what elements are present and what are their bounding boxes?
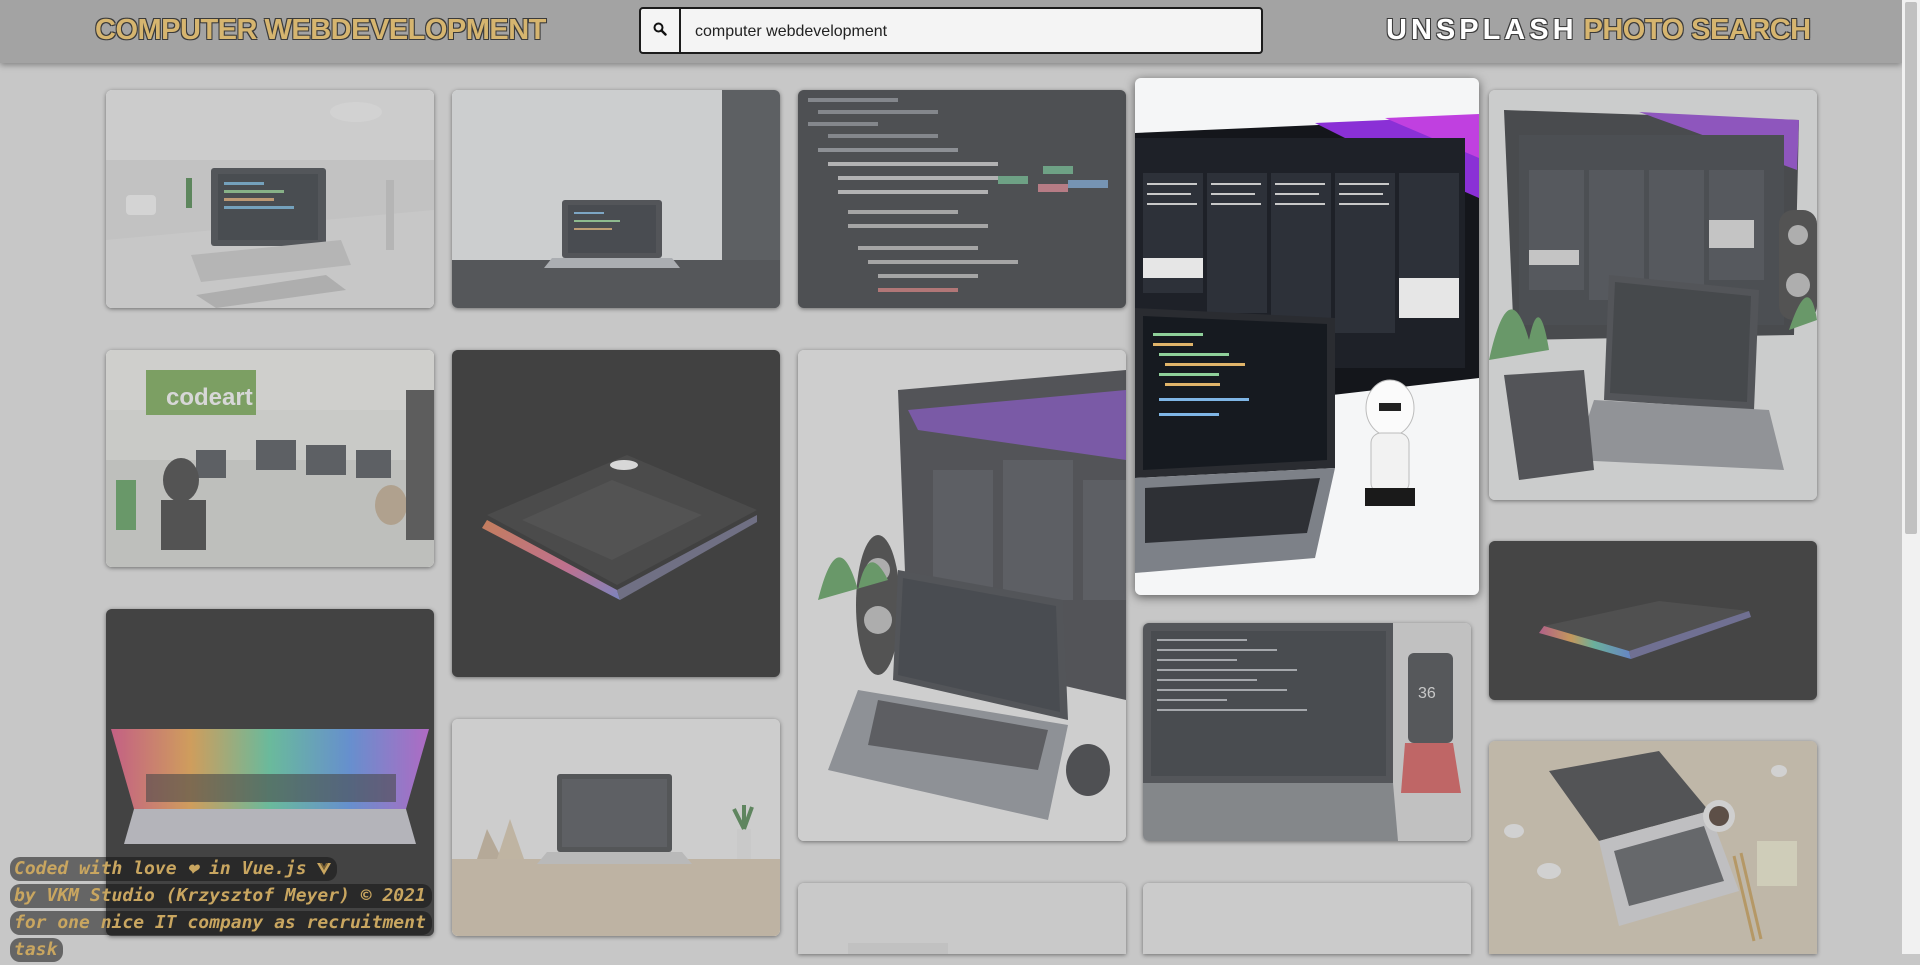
credits-vue-text: in Vue.js <box>209 858 307 879</box>
credits-line: for one nice IT company as recruitment <box>10 911 432 935</box>
credits-line: task <box>10 938 64 962</box>
search-button[interactable] <box>641 9 681 52</box>
photo-card-hovered[interactable] <box>1135 78 1479 595</box>
photo-card[interactable]: 36 <box>1143 623 1471 841</box>
search-icon <box>653 22 667 36</box>
credits: Coded with love ❤ in Vue.js by VKM Studi… <box>10 857 432 965</box>
photo-card[interactable] <box>798 350 1126 841</box>
photo-card[interactable] <box>1143 883 1471 954</box>
photo-card[interactable] <box>106 90 434 308</box>
photo-card[interactable] <box>798 883 1126 954</box>
search-input[interactable] <box>693 9 1257 54</box>
app-title: UNSPLASH PHOTO SEARCH <box>1386 14 1811 47</box>
photo-card[interactable] <box>452 90 780 308</box>
credits-line: Coded with love ❤ in Vue.js <box>10 857 338 881</box>
search-box <box>639 7 1263 54</box>
photo-card[interactable]: codeart <box>106 350 434 567</box>
heart-icon: ❤ <box>187 858 199 879</box>
photo-card[interactable] <box>452 350 780 677</box>
photo-card[interactable] <box>1489 90 1817 500</box>
scrollbar[interactable] <box>1902 0 1920 954</box>
photo-card[interactable] <box>798 90 1126 308</box>
scrollbar-thumb[interactable] <box>1905 2 1917 534</box>
app-title-unsplash: UNSPLASH <box>1386 14 1578 46</box>
photo-card[interactable] <box>1489 541 1817 700</box>
photo-card[interactable] <box>452 719 780 936</box>
credits-line: by VKM Studio (Krzysztof Meyer) © 2021 <box>10 884 432 908</box>
search-term-heading: COMPUTER WEBDEVELOPMENT <box>95 14 546 46</box>
vue-logo-icon <box>317 858 332 879</box>
credits-love-text: Coded with love <box>14 858 177 879</box>
photo-card[interactable] <box>1489 741 1817 954</box>
app-title-photo-search: PHOTO SEARCH <box>1583 14 1812 46</box>
top-bar: COMPUTER WEBDEVELOPMENT UNSPLASHPHOTO SE… <box>0 0 1902 63</box>
